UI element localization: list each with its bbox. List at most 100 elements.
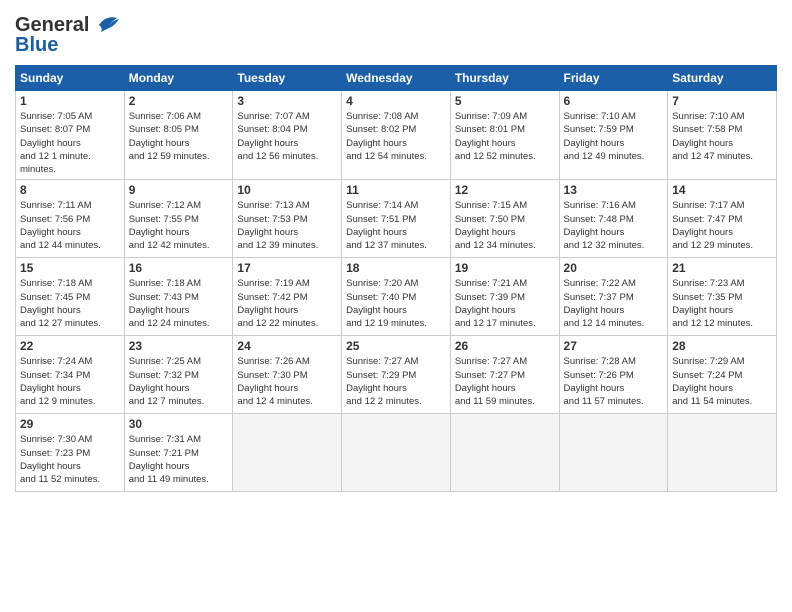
day-info: Sunrise: 7:25 AM Sunset: 7:32 PM Dayligh… xyxy=(129,355,229,408)
calendar-week-1: 1 Sunrise: 7:05 AM Sunset: 8:07 PM Dayli… xyxy=(16,91,777,180)
day-info: Sunrise: 7:21 AM Sunset: 7:39 PM Dayligh… xyxy=(455,277,555,330)
calendar-cell: 22 Sunrise: 7:24 AM Sunset: 7:34 PM Dayl… xyxy=(16,336,125,414)
day-number: 2 xyxy=(129,94,229,108)
calendar-cell xyxy=(450,414,559,492)
day-number: 13 xyxy=(564,183,664,197)
calendar-cell: 5 Sunrise: 7:09 AM Sunset: 8:01 PM Dayli… xyxy=(450,91,559,180)
day-info: Sunrise: 7:24 AM Sunset: 7:34 PM Dayligh… xyxy=(20,355,120,408)
calendar-header-sunday: Sunday xyxy=(16,66,125,91)
calendar-cell: 23 Sunrise: 7:25 AM Sunset: 7:32 PM Dayl… xyxy=(124,336,233,414)
day-info: Sunrise: 7:20 AM Sunset: 7:40 PM Dayligh… xyxy=(346,277,446,330)
day-number: 23 xyxy=(129,339,229,353)
calendar-cell: 6 Sunrise: 7:10 AM Sunset: 7:59 PM Dayli… xyxy=(559,91,668,180)
day-number: 4 xyxy=(346,94,446,108)
calendar-cell: 17 Sunrise: 7:19 AM Sunset: 7:42 PM Dayl… xyxy=(233,258,342,336)
day-number: 16 xyxy=(129,261,229,275)
calendar-header-thursday: Thursday xyxy=(450,66,559,91)
calendar-cell: 2 Sunrise: 7:06 AM Sunset: 8:05 PM Dayli… xyxy=(124,91,233,180)
day-number: 24 xyxy=(237,339,337,353)
day-info: Sunrise: 7:18 AM Sunset: 7:45 PM Dayligh… xyxy=(20,277,120,330)
calendar-table: SundayMondayTuesdayWednesdayThursdayFrid… xyxy=(15,65,777,492)
calendar-week-4: 22 Sunrise: 7:24 AM Sunset: 7:34 PM Dayl… xyxy=(16,336,777,414)
calendar-cell: 25 Sunrise: 7:27 AM Sunset: 7:29 PM Dayl… xyxy=(342,336,451,414)
day-info: Sunrise: 7:13 AM Sunset: 7:53 PM Dayligh… xyxy=(237,199,337,252)
day-number: 17 xyxy=(237,261,337,275)
calendar-cell: 29 Sunrise: 7:30 AM Sunset: 7:23 PM Dayl… xyxy=(16,414,125,492)
day-number: 25 xyxy=(346,339,446,353)
calendar-cell: 21 Sunrise: 7:23 AM Sunset: 7:35 PM Dayl… xyxy=(668,258,777,336)
calendar-cell: 28 Sunrise: 7:29 AM Sunset: 7:24 PM Dayl… xyxy=(668,336,777,414)
day-number: 18 xyxy=(346,261,446,275)
day-info: Sunrise: 7:05 AM Sunset: 8:07 PM Dayligh… xyxy=(20,110,120,176)
day-info: Sunrise: 7:30 AM Sunset: 7:23 PM Dayligh… xyxy=(20,433,120,486)
day-number: 15 xyxy=(20,261,120,275)
day-number: 12 xyxy=(455,183,555,197)
calendar-cell: 12 Sunrise: 7:15 AM Sunset: 7:50 PM Dayl… xyxy=(450,180,559,258)
day-number: 1 xyxy=(20,94,120,108)
calendar-header-saturday: Saturday xyxy=(668,66,777,91)
header: General Blue xyxy=(15,10,777,57)
calendar-cell xyxy=(342,414,451,492)
day-number: 7 xyxy=(672,94,772,108)
day-info: Sunrise: 7:11 AM Sunset: 7:56 PM Dayligh… xyxy=(20,199,120,252)
day-info: Sunrise: 7:29 AM Sunset: 7:24 PM Dayligh… xyxy=(672,355,772,408)
day-info: Sunrise: 7:12 AM Sunset: 7:55 PM Dayligh… xyxy=(129,199,229,252)
calendar-cell: 7 Sunrise: 7:10 AM Sunset: 7:58 PM Dayli… xyxy=(668,91,777,180)
day-number: 19 xyxy=(455,261,555,275)
day-number: 10 xyxy=(237,183,337,197)
calendar-header-row: SundayMondayTuesdayWednesdayThursdayFrid… xyxy=(16,66,777,91)
day-info: Sunrise: 7:10 AM Sunset: 7:59 PM Dayligh… xyxy=(564,110,664,163)
calendar-cell: 9 Sunrise: 7:12 AM Sunset: 7:55 PM Dayli… xyxy=(124,180,233,258)
day-number: 14 xyxy=(672,183,772,197)
calendar-cell: 8 Sunrise: 7:11 AM Sunset: 7:56 PM Dayli… xyxy=(16,180,125,258)
calendar-cell xyxy=(233,414,342,492)
calendar-cell: 3 Sunrise: 7:07 AM Sunset: 8:04 PM Dayli… xyxy=(233,91,342,180)
calendar-week-2: 8 Sunrise: 7:11 AM Sunset: 7:56 PM Dayli… xyxy=(16,180,777,258)
day-info: Sunrise: 7:16 AM Sunset: 7:48 PM Dayligh… xyxy=(564,199,664,252)
day-info: Sunrise: 7:19 AM Sunset: 7:42 PM Dayligh… xyxy=(237,277,337,330)
logo-blue: Blue xyxy=(15,34,58,57)
day-number: 9 xyxy=(129,183,229,197)
day-number: 28 xyxy=(672,339,772,353)
calendar-cell: 30 Sunrise: 7:31 AM Sunset: 7:21 PM Dayl… xyxy=(124,414,233,492)
logo-bird-icon xyxy=(91,10,121,40)
day-info: Sunrise: 7:17 AM Sunset: 7:47 PM Dayligh… xyxy=(672,199,772,252)
calendar-cell: 26 Sunrise: 7:27 AM Sunset: 7:27 PM Dayl… xyxy=(450,336,559,414)
calendar-cell xyxy=(559,414,668,492)
calendar-cell: 15 Sunrise: 7:18 AM Sunset: 7:45 PM Dayl… xyxy=(16,258,125,336)
day-info: Sunrise: 7:27 AM Sunset: 7:27 PM Dayligh… xyxy=(455,355,555,408)
logo: General Blue xyxy=(15,10,121,57)
day-number: 5 xyxy=(455,94,555,108)
calendar-cell: 4 Sunrise: 7:08 AM Sunset: 8:02 PM Dayli… xyxy=(342,91,451,180)
calendar-cell: 20 Sunrise: 7:22 AM Sunset: 7:37 PM Dayl… xyxy=(559,258,668,336)
day-number: 11 xyxy=(346,183,446,197)
calendar-cell: 24 Sunrise: 7:26 AM Sunset: 7:30 PM Dayl… xyxy=(233,336,342,414)
day-info: Sunrise: 7:18 AM Sunset: 7:43 PM Dayligh… xyxy=(129,277,229,330)
day-number: 27 xyxy=(564,339,664,353)
calendar-cell xyxy=(668,414,777,492)
day-number: 8 xyxy=(20,183,120,197)
calendar-cell: 10 Sunrise: 7:13 AM Sunset: 7:53 PM Dayl… xyxy=(233,180,342,258)
calendar-week-5: 29 Sunrise: 7:30 AM Sunset: 7:23 PM Dayl… xyxy=(16,414,777,492)
day-info: Sunrise: 7:26 AM Sunset: 7:30 PM Dayligh… xyxy=(237,355,337,408)
calendar-cell: 19 Sunrise: 7:21 AM Sunset: 7:39 PM Dayl… xyxy=(450,258,559,336)
day-number: 6 xyxy=(564,94,664,108)
calendar-cell: 1 Sunrise: 7:05 AM Sunset: 8:07 PM Dayli… xyxy=(16,91,125,180)
page-container: General Blue SundayMondayTuesdayWednesda… xyxy=(0,0,792,502)
day-number: 3 xyxy=(237,94,337,108)
calendar-cell: 14 Sunrise: 7:17 AM Sunset: 7:47 PM Dayl… xyxy=(668,180,777,258)
day-number: 30 xyxy=(129,417,229,431)
day-info: Sunrise: 7:23 AM Sunset: 7:35 PM Dayligh… xyxy=(672,277,772,330)
day-number: 26 xyxy=(455,339,555,353)
day-number: 21 xyxy=(672,261,772,275)
calendar-header-tuesday: Tuesday xyxy=(233,66,342,91)
day-info: Sunrise: 7:10 AM Sunset: 7:58 PM Dayligh… xyxy=(672,110,772,163)
day-info: Sunrise: 7:27 AM Sunset: 7:29 PM Dayligh… xyxy=(346,355,446,408)
day-info: Sunrise: 7:08 AM Sunset: 8:02 PM Dayligh… xyxy=(346,110,446,163)
calendar-cell: 27 Sunrise: 7:28 AM Sunset: 7:26 PM Dayl… xyxy=(559,336,668,414)
day-info: Sunrise: 7:22 AM Sunset: 7:37 PM Dayligh… xyxy=(564,277,664,330)
day-info: Sunrise: 7:14 AM Sunset: 7:51 PM Dayligh… xyxy=(346,199,446,252)
calendar-header-monday: Monday xyxy=(124,66,233,91)
calendar-week-3: 15 Sunrise: 7:18 AM Sunset: 7:45 PM Dayl… xyxy=(16,258,777,336)
day-number: 29 xyxy=(20,417,120,431)
